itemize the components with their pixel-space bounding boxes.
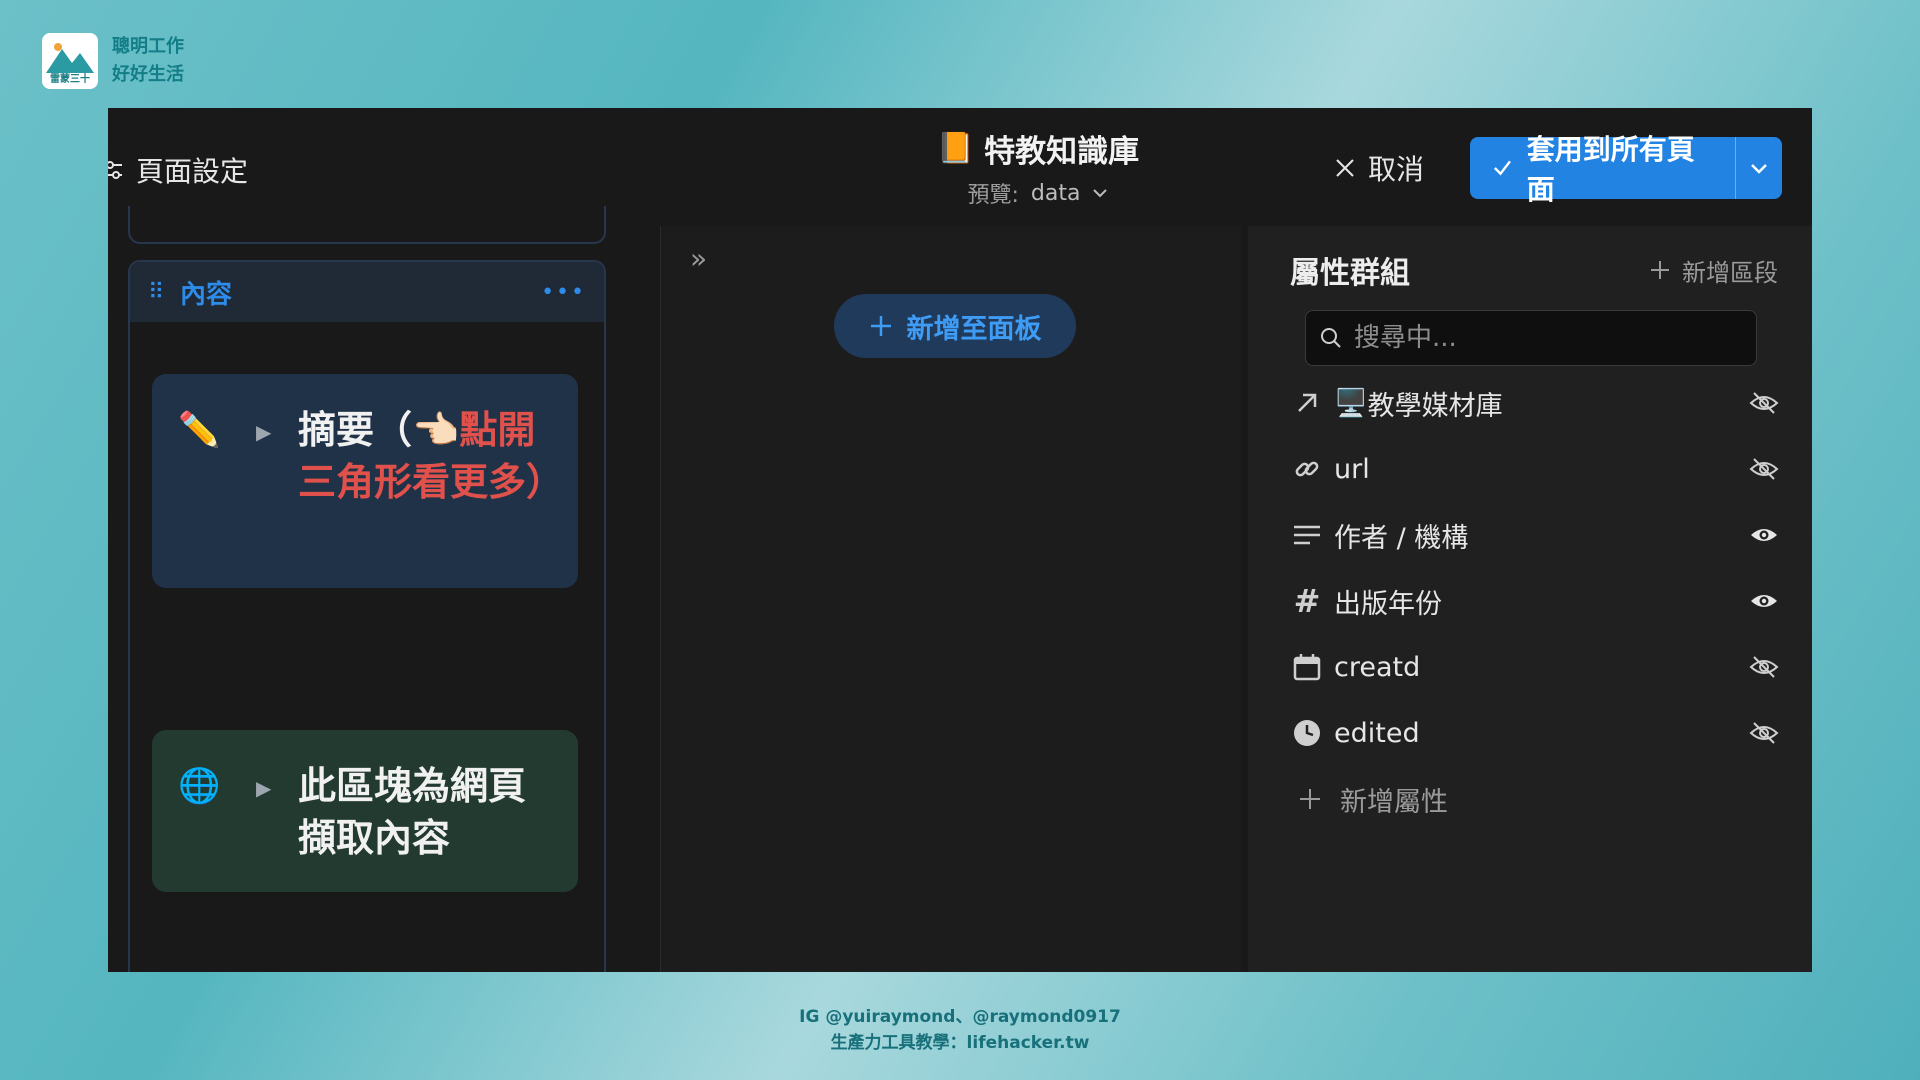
search-icon [1321,328,1341,348]
brand-slogan-line1: 聰明工作 [112,36,184,57]
property-name: url [1334,453,1370,485]
plus-icon [870,316,891,336]
cancel-label: 取消 [1368,153,1425,186]
property-name: 出版年份 [1334,588,1442,620]
chevron-down-icon [1093,189,1108,198]
property-group-header: 屬性群組 新增區段 [1290,248,1778,292]
apply-main[interactable]: 套用到所有頁面 [1470,133,1712,206]
page-title: 特教知識庫 [984,134,1140,170]
preview-selector[interactable]: 預覽: data [828,177,1248,209]
summary-prefix: 摘要（ [298,408,413,452]
plus-icon [1300,789,1320,809]
brand: 雷蒙三十 聰明工作 好好生活 [42,33,184,89]
link-icon [1292,454,1322,484]
property-name: 教學媒材庫 [1367,390,1503,422]
brand-slogan: 聰明工作 好好生活 [112,33,184,89]
web-clip-text: 此區塊為網頁擷取內容 [298,764,527,860]
add-property-label: 新增屬性 [1340,786,1448,818]
hand-pointing-icon: 👈🏻 [412,408,460,452]
property-name: edited [1334,717,1420,749]
property-name: creatd [1334,651,1421,683]
content-panel-header: ⠿ 內容 ••• [130,262,604,322]
close-icon [1336,159,1354,177]
property-group-panel: 屬性群組 新增區段 🖥️教學媒材庫 [1248,226,1812,972]
text-lines-icon [1292,520,1322,550]
search-input[interactable] [1352,322,1736,354]
apply-options-button[interactable] [1736,137,1782,199]
footer-credits: IG @yuiraymond、@raymond0917 生產力工具教學：life… [0,1004,1920,1056]
property-group-title: 屬性群組 [1290,256,1410,291]
property-name: 作者 / 機構 [1334,522,1469,554]
brand-slogan-line2: 好好生活 [112,64,184,85]
globe-icon: 🌐 [178,766,221,806]
eye-off-icon[interactable] [1748,453,1780,485]
plus-icon [1651,261,1669,279]
add-property-button[interactable]: 新增屬性 [1292,766,1780,832]
property-search [1305,310,1757,366]
previous-panel-edge [128,206,606,244]
left-column: ⠿ 內容 ••• ✏️ ▶ 摘要（👈🏻點開三角形看更多） 🌐 ▶ 此區塊為網頁擷… [128,206,606,972]
summary-text: 摘要（👈🏻點開三角形看更多） [298,404,564,508]
toggle-triangle-icon[interactable]: ▶ [256,420,271,444]
preview-value: data [1030,180,1081,206]
toggle-triangle-icon[interactable]: ▶ [256,776,271,800]
brand-logo-text: 雷蒙三十 [50,74,90,85]
content-panel-title: 內容 [180,279,233,310]
arrow-up-right-icon [1292,388,1322,418]
content-panel: ⠿ 內容 ••• ✏️ ▶ 摘要（👈🏻點開三角形看更多） 🌐 ▶ 此區塊為網頁擷… [128,260,606,972]
property-row[interactable]: # 出版年份 [1292,568,1780,634]
drag-handle-icon[interactable]: ⠿ [148,280,166,305]
page-settings-label: 頁面設定 [136,155,249,188]
clock-icon [1292,718,1322,748]
cancel-button[interactable]: 取消 [1334,148,1424,188]
preview-label: 預覽: [967,183,1019,208]
expand-double-chevron-icon[interactable]: » [690,242,707,275]
property-row[interactable]: 作者 / 機構 [1292,502,1780,568]
add-section-button[interactable]: 新增區段 [1650,253,1778,288]
property-row[interactable]: creatd [1292,634,1780,700]
hash-icon: # [1293,582,1321,620]
app-window: 頁面設定 📙 特教知識庫 預覽: data 取消 套用到所有頁面 ⠿ 內容 ••… [108,108,1812,972]
web-clip-toggle-block[interactable]: 🌐 ▶ 此區塊為網頁擷取內容 [152,730,578,892]
add-to-board-label: 新增至面板 [906,313,1042,345]
column-divider [660,226,661,972]
summary-toggle-block[interactable]: ✏️ ▶ 摘要（👈🏻點開三角形看更多） [152,374,578,588]
footer-line1: IG @yuiraymond、@raymond0917 [799,1007,1121,1027]
calendar-icon [1292,652,1322,682]
pencil-icon: ✏️ [178,410,221,450]
more-options-icon[interactable]: ••• [541,280,586,305]
eye-off-icon[interactable] [1748,387,1780,419]
property-list: 🖥️ 教學媒材庫 url 作者 / 機構 # 出版年份 creatd edite… [1292,370,1780,832]
check-icon [1493,160,1511,176]
brand-logo: 雷蒙三十 [42,33,98,89]
add-section-label: 新增區段 [1682,258,1778,287]
footer-line2: 生產力工具教學：lifehacker.tw [830,1033,1090,1053]
eye-off-icon[interactable] [1748,651,1780,683]
property-row[interactable]: url [1292,436,1780,502]
page-settings-button[interactable]: 頁面設定 [108,150,248,190]
apply-all-pages-button[interactable]: 套用到所有頁面 [1470,133,1782,206]
eye-icon[interactable] [1748,585,1780,617]
property-row[interactable]: 🖥️ 教學媒材庫 [1292,370,1780,436]
eye-icon[interactable] [1748,519,1780,551]
page-title-group: 📙 特教知識庫 預覽: data [828,126,1248,209]
monitor-icon: 🖥️ [1334,388,1368,419]
add-to-board-button[interactable]: 新增至面板 [834,294,1076,358]
sliders-icon [108,161,122,179]
property-row[interactable]: edited [1292,700,1780,766]
book-icon: 📙 [936,131,975,166]
chevron-down-icon [1751,164,1767,174]
eye-off-icon[interactable] [1748,717,1780,749]
apply-label: 套用到所有頁面 [1526,133,1695,206]
